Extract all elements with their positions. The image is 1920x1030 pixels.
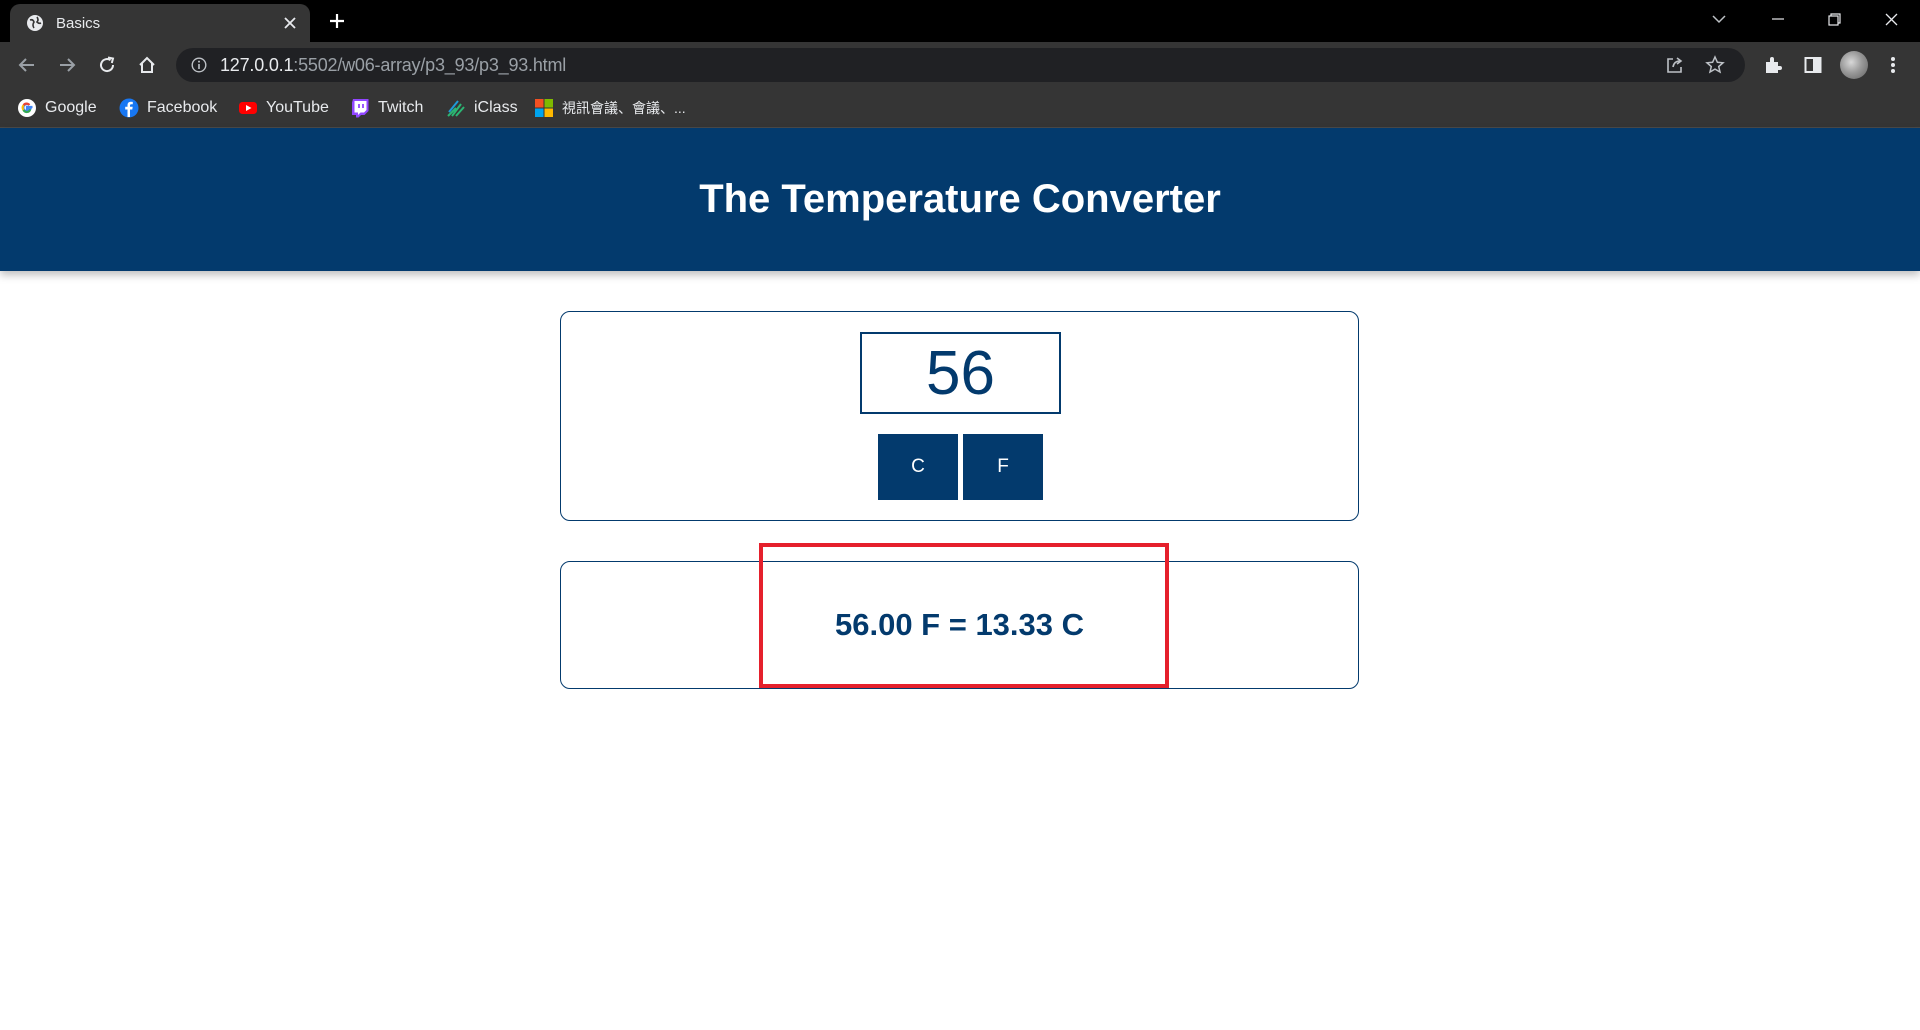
bookmark-label: Google xyxy=(45,99,97,116)
page-title: The Temperature Converter xyxy=(699,177,1221,221)
convert-to-f-button[interactable]: F xyxy=(963,434,1043,500)
google-icon xyxy=(17,98,37,118)
bookmarks-bar: Google Facebook YouTube Twitch iClass 視訊… xyxy=(0,88,1920,128)
convert-to-c-button[interactable]: C xyxy=(878,434,958,500)
menu-kebab-icon[interactable] xyxy=(1879,51,1907,79)
microsoft-icon xyxy=(534,98,554,118)
bookmark-label: iClass xyxy=(474,99,518,116)
home-icon[interactable] xyxy=(133,51,161,79)
result-card: 56.00 F = 13.33 C xyxy=(560,561,1359,689)
conversion-result: 56.00 F = 13.33 C xyxy=(834,607,1085,642)
youtube-icon xyxy=(238,98,258,118)
url-host: 127.0.0.1 xyxy=(220,54,294,75)
forward-icon[interactable] xyxy=(53,51,81,79)
info-icon[interactable] xyxy=(190,56,208,74)
chevron-down-icon[interactable] xyxy=(1706,8,1732,30)
close-window-icon[interactable] xyxy=(1863,0,1920,38)
restore-icon[interactable] xyxy=(1806,0,1863,38)
reload-icon[interactable] xyxy=(93,51,121,79)
minimize-icon[interactable] xyxy=(1749,0,1806,38)
iclass-icon xyxy=(446,98,466,118)
new-tab-icon[interactable] xyxy=(326,10,348,32)
close-tab-icon[interactable] xyxy=(280,13,300,33)
bookmark-twitch[interactable]: Twitch xyxy=(350,96,423,120)
facebook-icon xyxy=(119,98,139,118)
url-path: :5502/w06-array/p3_93/p3_93.html xyxy=(293,54,567,75)
bookmark-label: 視訊會議、會議、... xyxy=(562,100,686,116)
browser-toolbar: 127.0.0.1:5502/w06-array/p3_93/p3_93.htm… xyxy=(0,42,1920,88)
share-icon[interactable] xyxy=(1665,55,1685,75)
page-header: The Temperature Converter xyxy=(0,128,1920,271)
bookmark-iclass[interactable]: iClass xyxy=(446,96,518,120)
globe-icon xyxy=(26,14,44,32)
bookmark-star-icon[interactable] xyxy=(1705,55,1725,75)
converter-input-card: C F xyxy=(560,311,1359,521)
back-icon[interactable] xyxy=(13,51,41,79)
tab-strip: Basics xyxy=(0,0,1920,42)
bookmark-label: YouTube xyxy=(266,99,329,116)
bookmark-label: Twitch xyxy=(378,99,424,116)
browser-tab[interactable]: Basics xyxy=(10,4,310,42)
profile-avatar[interactable] xyxy=(1840,51,1868,79)
bookmark-label: Facebook xyxy=(147,99,218,116)
twitch-icon xyxy=(350,98,370,118)
bookmark-facebook[interactable]: Facebook xyxy=(119,96,217,120)
temperature-input[interactable] xyxy=(860,332,1061,414)
bookmark-microsoft-meeting[interactable]: 視訊會議、會議、... xyxy=(534,96,686,120)
address-bar[interactable]: 127.0.0.1:5502/w06-array/p3_93/p3_93.htm… xyxy=(176,48,1745,82)
url-text: 127.0.0.1:5502/w06-array/p3_93/p3_93.htm… xyxy=(220,55,566,76)
bookmark-youtube[interactable]: YouTube xyxy=(238,96,329,120)
window-controls xyxy=(1749,0,1920,38)
side-panel-icon[interactable] xyxy=(1799,51,1827,79)
extensions-icon[interactable] xyxy=(1759,51,1787,79)
tab-title: Basics xyxy=(56,14,101,32)
bookmark-google[interactable]: Google xyxy=(17,96,97,120)
